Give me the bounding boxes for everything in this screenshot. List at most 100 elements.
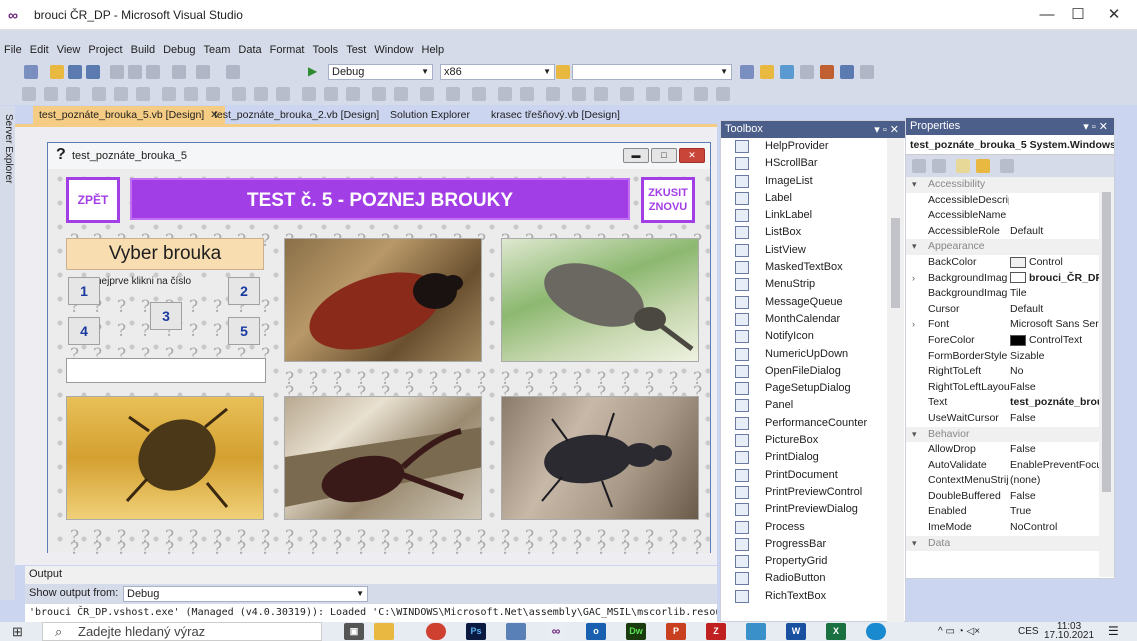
taskbar-search-input[interactable]: ⌕ Zadejte hledaný výraz [42,622,322,641]
property-row[interactable]: AccessibleRole Default [906,224,1099,240]
copy-icon[interactable] [128,65,142,79]
clear-bookmarks-icon[interactable] [620,87,634,101]
tab-krasec-design[interactable]: krasec třešňový.vb [Design] [485,106,626,124]
property-category[interactable]: ▾ Data [906,535,1099,552]
property-row[interactable]: UseWaitCursor False [906,411,1099,427]
expand-icon[interactable]: › [912,271,915,287]
toolbox-item-label[interactable]: Label [721,190,887,207]
menu-item-team[interactable]: Team [200,41,235,56]
property-row[interactable]: › BackgroundImagbrouci_ČR_DP.I [906,271,1099,287]
properties-view-icon[interactable] [956,159,970,173]
platform-select[interactable]: x86 ▼ [440,64,555,80]
scrollbar-thumb[interactable] [1102,192,1111,492]
form-minimize-button[interactable]: ▬ [623,148,649,163]
property-row[interactable]: BackColor Control [906,255,1099,271]
toolbox-item-hscrollbar[interactable]: HScrollBar [721,155,887,172]
center-vertically-icon[interactable] [346,87,360,101]
toolbox-item-panel[interactable]: Panel [721,397,887,414]
beetle-picture-3[interactable] [66,396,264,520]
tab-order-icon[interactable] [446,87,460,101]
comment-icon[interactable] [498,87,512,101]
tab-test-2-design[interactable]: test_poznáte_brouka_2.vb [Design] [208,106,385,124]
toolbox-item-maskedtextbox[interactable]: MaskedTextBox [721,259,887,276]
chrome-icon[interactable] [426,623,446,640]
property-value[interactable]: Default [1010,302,1099,318]
align-tops-icon[interactable] [92,87,106,101]
undo-icon[interactable] [172,65,186,79]
language-indicator[interactable]: CES [1018,626,1039,637]
make-same-width-icon[interactable] [162,87,176,101]
toolbox-item-propertygrid[interactable]: PropertyGrid [721,553,887,570]
bookmark-icon[interactable] [546,87,560,101]
navigate-icon[interactable] [226,65,240,79]
property-value[interactable]: False [1010,489,1099,505]
object-browser-icon[interactable] [780,65,794,79]
windows-start-icon[interactable]: ⊞ [12,625,26,639]
properties-object-select[interactable]: test_poznáte_brouka_5 System.Windows [906,135,1114,155]
retry-button[interactable]: ZKUSIT ZNOVU [641,177,695,223]
team-explorer-icon[interactable] [820,65,834,79]
menu-item-data[interactable]: Data [234,41,265,56]
property-category[interactable]: ▾ Behavior [906,426,1099,443]
beetle-picture-1[interactable] [284,238,482,362]
uncomment-icon[interactable] [520,87,534,101]
number-button-2[interactable]: 2 [228,277,260,305]
form-maximize-button[interactable]: □ [651,148,677,163]
align-middles-icon[interactable] [114,87,128,101]
visual-studio-taskbar-icon[interactable]: ∞ [546,623,566,640]
property-value[interactable]: No [1010,364,1099,380]
property-value[interactable]: True [1010,504,1099,520]
class-view-icon[interactable] [840,65,854,79]
server-explorer-label[interactable]: Server Explorer [1,114,14,183]
horizontal-spacing-icon[interactable] [232,87,246,101]
new-project-icon[interactable] [24,65,38,79]
menu-item-view[interactable]: View [53,41,85,56]
photoshop-icon[interactable]: Ps [466,623,486,640]
increase-spacing-icon[interactable] [254,87,268,101]
toolbox-item-radiobutton[interactable]: RadioButton [721,570,887,587]
toolbox-item-openfiledialog[interactable]: OpenFileDialog [721,363,887,380]
scrollbar-thumb[interactable] [891,218,900,308]
property-value[interactable]: EnablePreventFocus [1010,458,1099,474]
answer-textbox[interactable] [66,358,266,383]
outlook-icon[interactable]: o [586,623,606,640]
menu-item-edit[interactable]: Edit [26,41,53,56]
powerpoint-icon[interactable]: P [666,623,686,640]
next-bookmark-icon[interactable] [594,87,608,101]
number-button-3[interactable]: 3 [150,302,182,330]
excel-icon[interactable]: X [826,623,846,640]
toolbox-item-progressbar[interactable]: ProgressBar [721,536,887,553]
app-icon[interactable] [506,623,526,640]
menu-item-help[interactable]: Help [418,41,449,56]
expand-icon[interactable]: ▾ [912,427,917,443]
property-value[interactable]: test_poznáte_broul [1010,395,1099,411]
make-same-height-icon[interactable] [184,87,198,101]
previous-bookmark-icon[interactable] [572,87,586,101]
property-value[interactable]: (none) [1010,473,1099,489]
align-rights-icon[interactable] [66,87,80,101]
number-button-4[interactable]: 4 [68,317,100,345]
toolbox-item-picturebox[interactable]: PictureBox [721,432,887,449]
property-value[interactable]: Control [1010,255,1099,271]
property-row[interactable]: DoubleBuffered False [906,489,1099,505]
expand-icon[interactable]: › [912,317,915,333]
property-value[interactable]: NoControl [1010,520,1099,536]
toolbox-item-helpprovider[interactable]: HelpProvider [721,138,887,155]
beetle-picture-5[interactable] [501,396,699,520]
property-row[interactable]: Cursor Default [906,302,1099,318]
bring-to-front-icon[interactable] [372,87,386,101]
toolbox-item-printdialog[interactable]: PrintDialog [721,449,887,466]
format-icon[interactable] [646,87,660,101]
toolbox-controls-icon[interactable]: ▾ ▫ ✕ [874,123,899,136]
expand-icon[interactable]: ▾ [912,536,917,552]
outdent-icon[interactable] [716,87,730,101]
lock-controls-icon[interactable] [472,87,486,101]
tab-solution-explorer[interactable]: Solution Explorer [384,106,476,124]
file-explorer-icon[interactable] [374,623,394,640]
menu-item-tools[interactable]: Tools [309,41,343,56]
cut-icon[interactable] [110,65,124,79]
properties-controls-icon[interactable]: ▾ ▫ ✕ [1083,120,1108,133]
menu-item-file[interactable]: File [0,41,26,56]
make-same-size-icon[interactable] [206,87,220,101]
task-view-icon[interactable]: ▣ [344,623,364,640]
